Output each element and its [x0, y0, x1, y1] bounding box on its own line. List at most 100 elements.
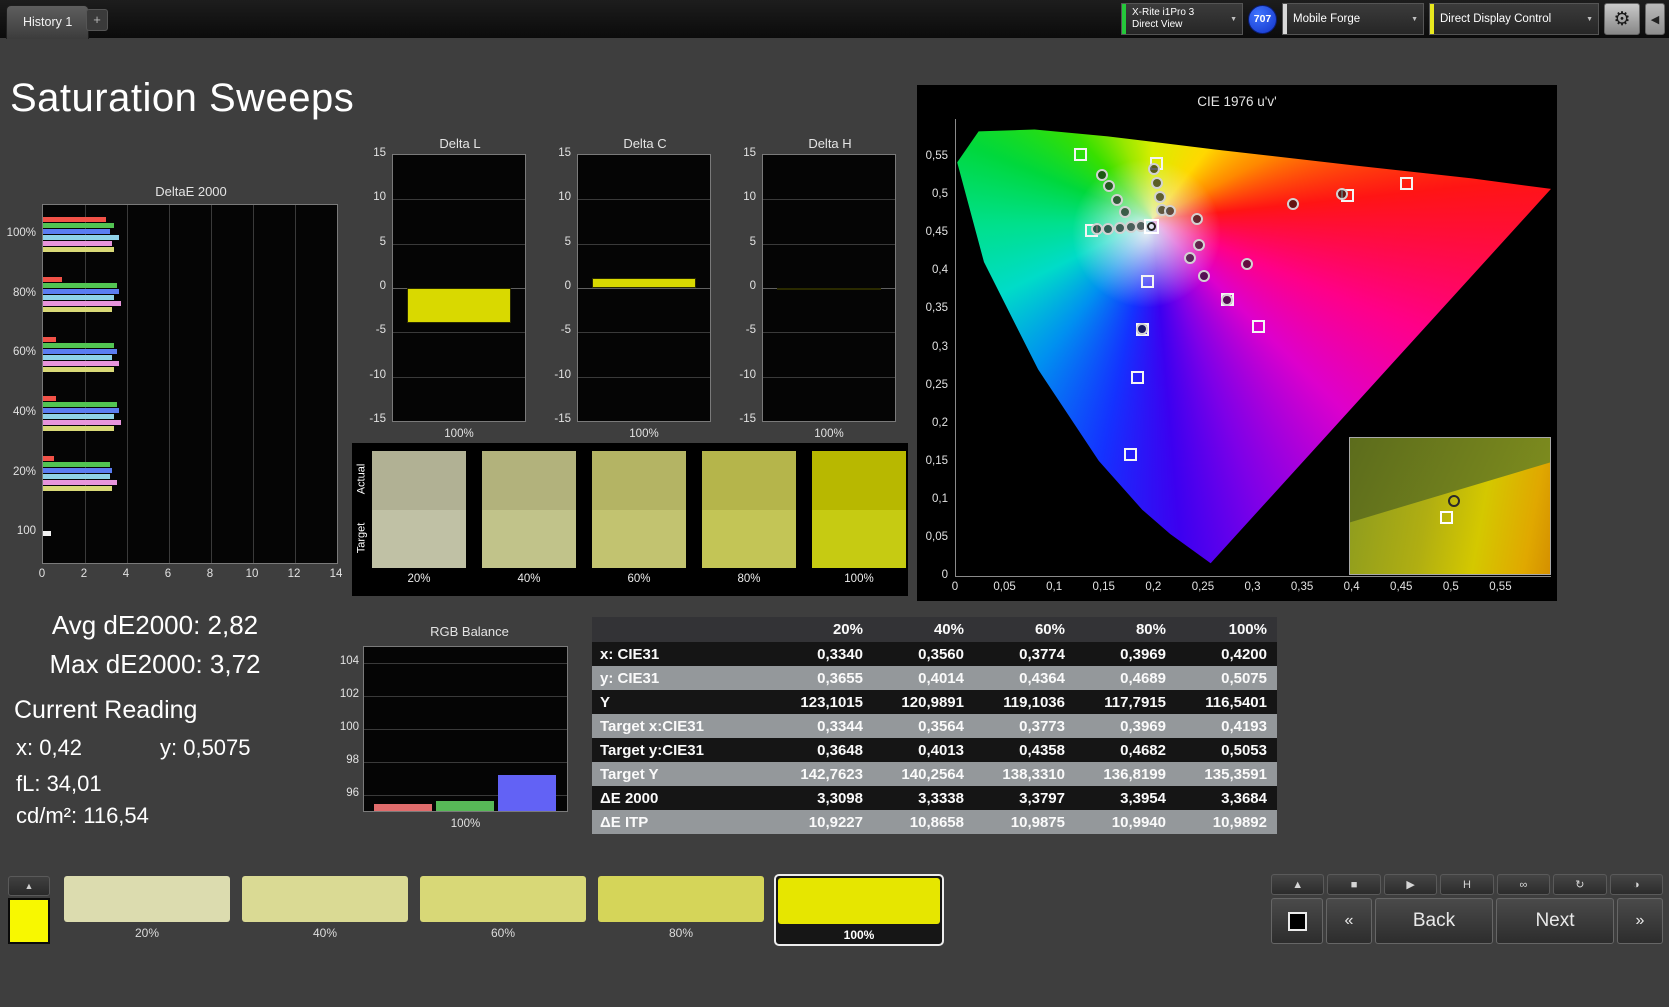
- next-button[interactable]: Next: [1496, 898, 1614, 944]
- saturation-patch-80%[interactable]: 80%: [596, 874, 766, 946]
- cell-value: 136,8199: [1075, 766, 1176, 783]
- measured-point: [1221, 294, 1233, 306]
- y-tick-label: 5: [380, 236, 386, 248]
- y-tick-label: 0,05: [926, 531, 948, 543]
- continuous-measure-button[interactable]: ∞: [1497, 874, 1550, 895]
- stop-button[interactable]: ■: [1327, 874, 1380, 895]
- x-tick-label: 12: [288, 568, 301, 580]
- top-bar: History 1 + X-Rite i1Pro 3 Direct View ▼…: [0, 0, 1669, 38]
- gridline: [578, 244, 710, 245]
- patch-swatch: [778, 878, 940, 924]
- y-tick-label: 104: [340, 655, 359, 667]
- gridline: [169, 205, 170, 563]
- y-tick-label: 0,55: [926, 150, 948, 162]
- up-arrow-button[interactable]: ▲: [1271, 874, 1324, 895]
- y-tick-label: 0: [380, 280, 386, 292]
- gridline: [393, 332, 525, 333]
- blue-bar: [498, 775, 556, 811]
- de-bar-yellow: [43, 247, 114, 252]
- y-tick-label: -5: [561, 324, 571, 336]
- patch-label: 80%: [598, 926, 764, 940]
- measured-point: [1103, 180, 1115, 192]
- gridline: [393, 377, 525, 378]
- y-tick-label: 15: [373, 147, 386, 159]
- histogram-button[interactable]: H: [1440, 874, 1493, 895]
- cell-value: 0,3340: [772, 646, 873, 663]
- cell-value: 119,1036: [974, 694, 1075, 711]
- max-de2000: Max dE2000: 3,72: [30, 649, 280, 680]
- saturation-patch-100%[interactable]: 100%: [774, 874, 944, 946]
- saturation-patch-60%[interactable]: 60%: [418, 874, 588, 946]
- patch-label: 60%: [420, 926, 586, 940]
- target-swatch: [812, 510, 906, 568]
- y-tick-label: 60%: [13, 346, 36, 358]
- refresh-button[interactable]: ↻: [1553, 874, 1606, 895]
- contrast-button[interactable]: ◑: [1610, 874, 1663, 895]
- y-tick-label: -5: [376, 324, 386, 336]
- back-button[interactable]: Back: [1375, 898, 1493, 944]
- reading-x: x: 0,42: [16, 735, 82, 761]
- transport-controls: ▲ ■▶H∞↻◑ « Back Next »: [1271, 874, 1663, 944]
- forward-button[interactable]: »: [1617, 898, 1663, 944]
- cell-value: 0,3969: [1075, 646, 1176, 663]
- gridline: [578, 199, 710, 200]
- cie-xlabels: 00,050,10,150,20,250,30,350,40,450,50,55: [955, 581, 1551, 597]
- measured-point: [1287, 198, 1299, 210]
- column-header: 60%: [974, 621, 1075, 638]
- patch-label: 40%: [242, 926, 408, 940]
- swatch-row-label: Actual: [356, 450, 368, 509]
- row-label: x: CIE31: [592, 646, 772, 663]
- play-button[interactable]: ▶: [1384, 874, 1437, 895]
- patch-label: 100%: [778, 928, 940, 942]
- top-bar-controls: X-Rite i1Pro 3 Direct View ▼ 707 Mobile …: [1121, 3, 1665, 35]
- y-tick-label: -10: [369, 369, 386, 381]
- gridline: [127, 205, 128, 563]
- cell-value: 0,5075: [1176, 670, 1277, 687]
- target-swatch: [482, 510, 576, 568]
- transport-icon-row: ▲ ■▶H∞↻◑: [1271, 874, 1663, 895]
- swatch-label: 80%: [702, 573, 796, 585]
- settings-button[interactable]: ⚙: [1604, 3, 1640, 35]
- swatch-column: 60%: [592, 451, 686, 585]
- gear-icon: ⚙: [1613, 8, 1630, 31]
- saturation-patch-20%[interactable]: 20%: [62, 874, 232, 946]
- rgb-plot: [363, 646, 568, 812]
- history-tab[interactable]: History 1: [6, 5, 89, 39]
- collapse-panel-button[interactable]: ◀: [1645, 3, 1665, 35]
- meter-dropdown[interactable]: X-Rite i1Pro 3 Direct View ▼: [1121, 3, 1243, 35]
- y-tick-label: -15: [739, 413, 756, 425]
- gridline: [364, 729, 567, 730]
- previous-button[interactable]: «: [1326, 898, 1372, 944]
- de-bar-cyan: [43, 355, 112, 360]
- meter-mode: Direct View: [1132, 19, 1194, 31]
- measurement-count-badge: 707: [1248, 5, 1277, 34]
- display-control-dropdown[interactable]: Direct Display Control ▼: [1429, 3, 1599, 35]
- chart-title: Delta H: [762, 136, 898, 151]
- rgb-ylabels: 9698100102104: [336, 646, 362, 812]
- actual-swatch: [482, 451, 576, 510]
- chart-title: RGB Balance: [363, 624, 576, 639]
- x-tick-label: 0,05: [993, 581, 1015, 593]
- swatch-column: 100%: [812, 451, 906, 585]
- app-window: History 1 + X-Rite i1Pro 3 Direct View ▼…: [0, 0, 1669, 1007]
- x-tick-label: 0,25: [1192, 581, 1214, 593]
- target-point: [1124, 448, 1137, 461]
- de-bar-yellow: [43, 307, 112, 312]
- x-tick-label: 0,3: [1245, 581, 1261, 593]
- display-pattern-button[interactable]: [1271, 898, 1323, 944]
- target-point: [1131, 371, 1144, 384]
- saturation-patch-40%[interactable]: 40%: [240, 874, 410, 946]
- row-label: Y: [592, 694, 772, 711]
- table-row: ΔE 20003,30983,33383,37973,39543,3684: [592, 786, 1277, 810]
- add-tab-button[interactable]: +: [86, 9, 108, 31]
- pattern-source-dropdown[interactable]: Mobile Forge ▼: [1282, 3, 1424, 35]
- cell-value: 3,3338: [873, 790, 974, 807]
- table-row: Target y:CIE310,36480,40130,43580,46820,…: [592, 738, 1277, 762]
- cell-value: 135,3591: [1176, 766, 1277, 783]
- y-tick-label: 0,5: [932, 188, 948, 200]
- cell-value: 3,3797: [974, 790, 1075, 807]
- cell-value: 0,5053: [1176, 742, 1277, 759]
- y-tick-label: -15: [554, 413, 571, 425]
- y-tick-label: 15: [558, 147, 571, 159]
- de-bar-white: [43, 531, 51, 536]
